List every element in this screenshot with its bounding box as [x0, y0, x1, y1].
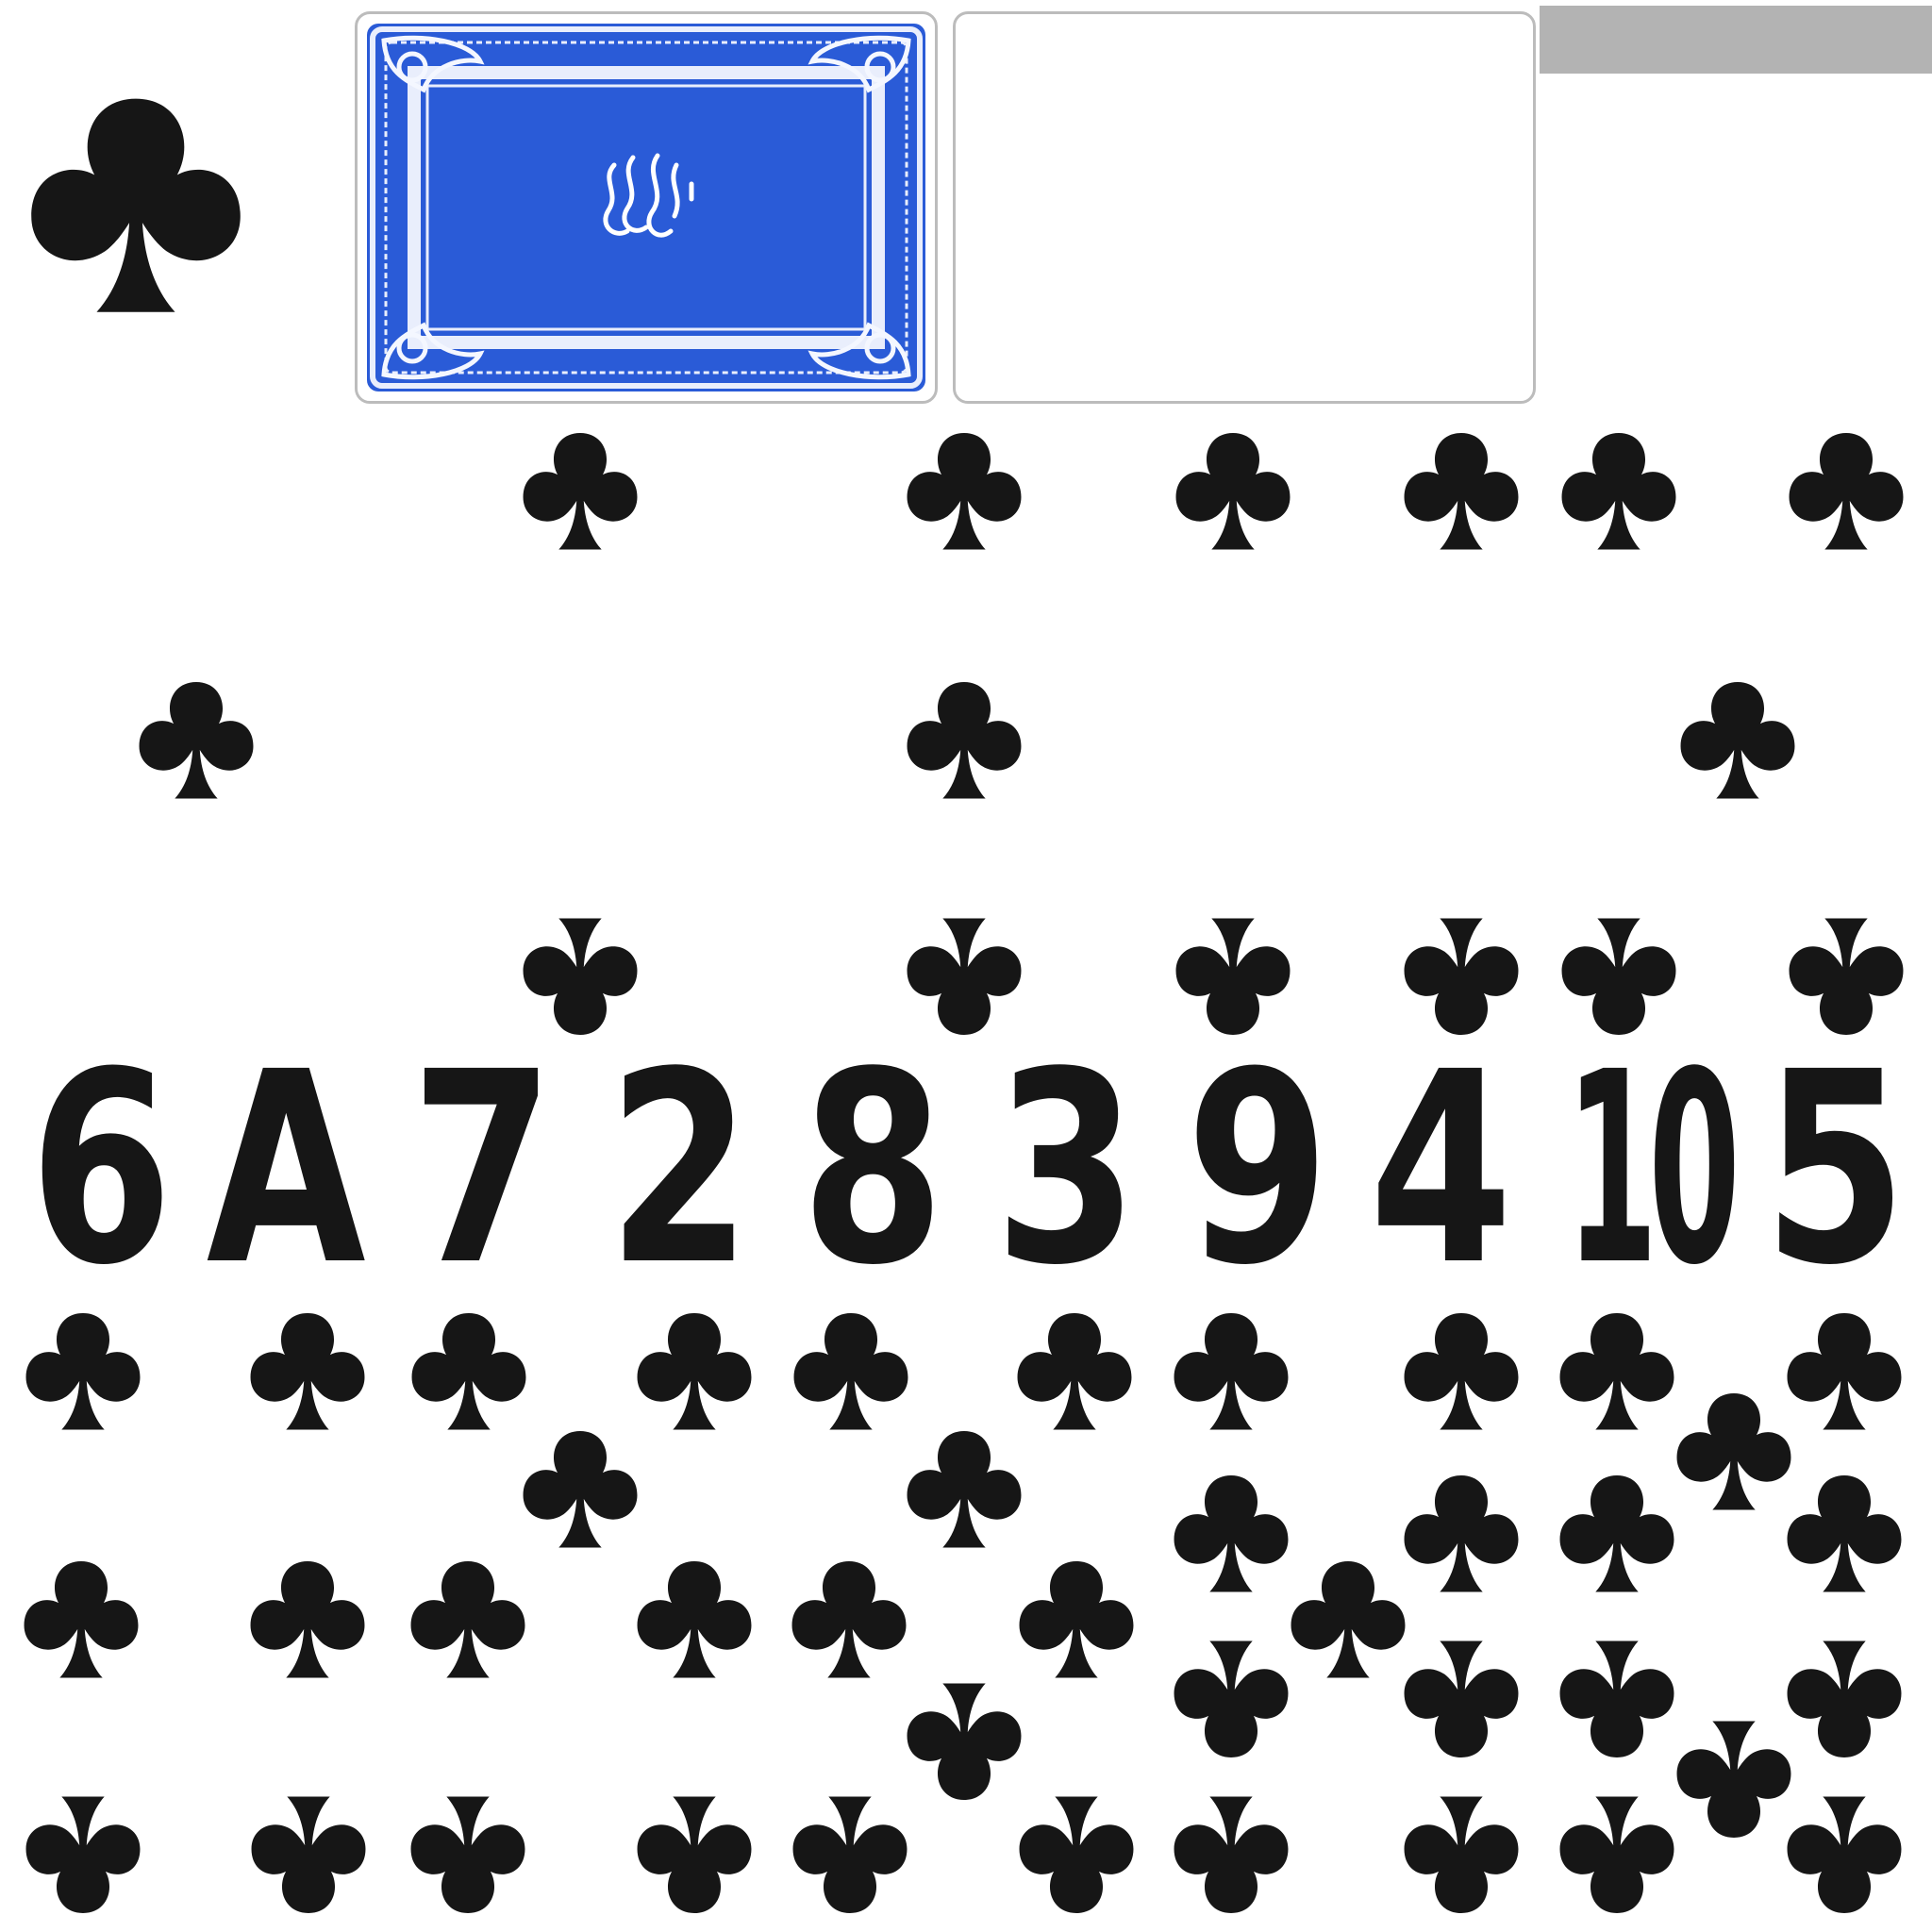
club-pip-icon [1559, 1475, 1674, 1592]
club-pip-icon [1174, 1475, 1289, 1592]
club-pip-icon [637, 1313, 752, 1430]
club-pip-icon [1404, 1313, 1519, 1430]
club-pip-icon [1017, 1313, 1132, 1430]
club-pip-icon [24, 1561, 139, 1678]
rank-label: 2 [608, 1016, 752, 1324]
club-pip-icon [792, 1796, 908, 1913]
club-pip-icon [1174, 1796, 1289, 1913]
rank-label: 6 [29, 1016, 174, 1324]
club-pip-icon [25, 1313, 141, 1430]
club-pip-icon [1676, 1721, 1791, 1838]
club-pip-icon [1789, 433, 1904, 550]
club-pip-icon [1291, 1561, 1406, 1678]
club-pip-icon [1787, 1475, 1902, 1592]
club-pip-icon [523, 1431, 638, 1548]
rank-label: 5 [1763, 1016, 1907, 1324]
rank-label: 8 [801, 1016, 945, 1324]
club-pip-icon [411, 1313, 526, 1430]
club-pip-icon [139, 682, 254, 799]
club-pip-icon [25, 1796, 141, 1913]
club-pip-icon [1019, 1561, 1134, 1678]
club-pip-icon [1404, 1796, 1519, 1913]
club-pip-icon [1175, 433, 1291, 550]
club-pip-icon [523, 433, 638, 550]
club-pip-icon [1559, 1641, 1674, 1757]
rank-label: 4 [1369, 1016, 1513, 1324]
club-pip-icon [907, 433, 1022, 550]
club-pip-icon [793, 1313, 908, 1430]
rank-label: 7 [410, 1016, 555, 1324]
rank-label: 10 [1566, 1016, 1740, 1324]
club-pip-icon [1404, 433, 1519, 550]
card-sprite-sheet: 6 A 7 2 8 3 9 4 10 5 [0, 0, 1932, 1932]
club-pip-icon [791, 1561, 907, 1678]
club-pip-icon [637, 1796, 752, 1913]
club-pip-icon [1787, 1796, 1902, 1913]
club-pip-icon [1019, 1796, 1134, 1913]
club-pip-icon [907, 1683, 1022, 1800]
rank-label: 9 [1186, 1016, 1330, 1324]
club-pip-icon [1174, 1641, 1289, 1757]
club-pip-icon [1404, 1641, 1519, 1757]
club-pip-icon [1559, 1313, 1674, 1430]
club-pip-icon [410, 1796, 525, 1913]
suit-pips [24, 433, 1904, 1913]
club-pip-icon [1559, 1796, 1674, 1913]
club-pip-icon [907, 682, 1022, 799]
club-pip-icon [1680, 682, 1795, 799]
club-pip-icon [410, 1561, 525, 1678]
club-pip-icon [1174, 1313, 1289, 1430]
club-pip-icon [907, 1431, 1022, 1548]
club-pip-icon [250, 1561, 365, 1678]
club-pip-icon [637, 1561, 752, 1678]
rank-label: 3 [994, 1016, 1139, 1324]
club-pip-icon [1404, 1475, 1519, 1592]
club-pip-icon [251, 1796, 366, 1913]
club-pip-icon [1676, 1393, 1791, 1510]
rank-label: A [206, 1016, 366, 1324]
club-pip-icon [1561, 433, 1676, 550]
club-pip-icon [250, 1313, 365, 1430]
club-pip-icon [1787, 1313, 1902, 1430]
club-pip-icon [1787, 1641, 1902, 1757]
